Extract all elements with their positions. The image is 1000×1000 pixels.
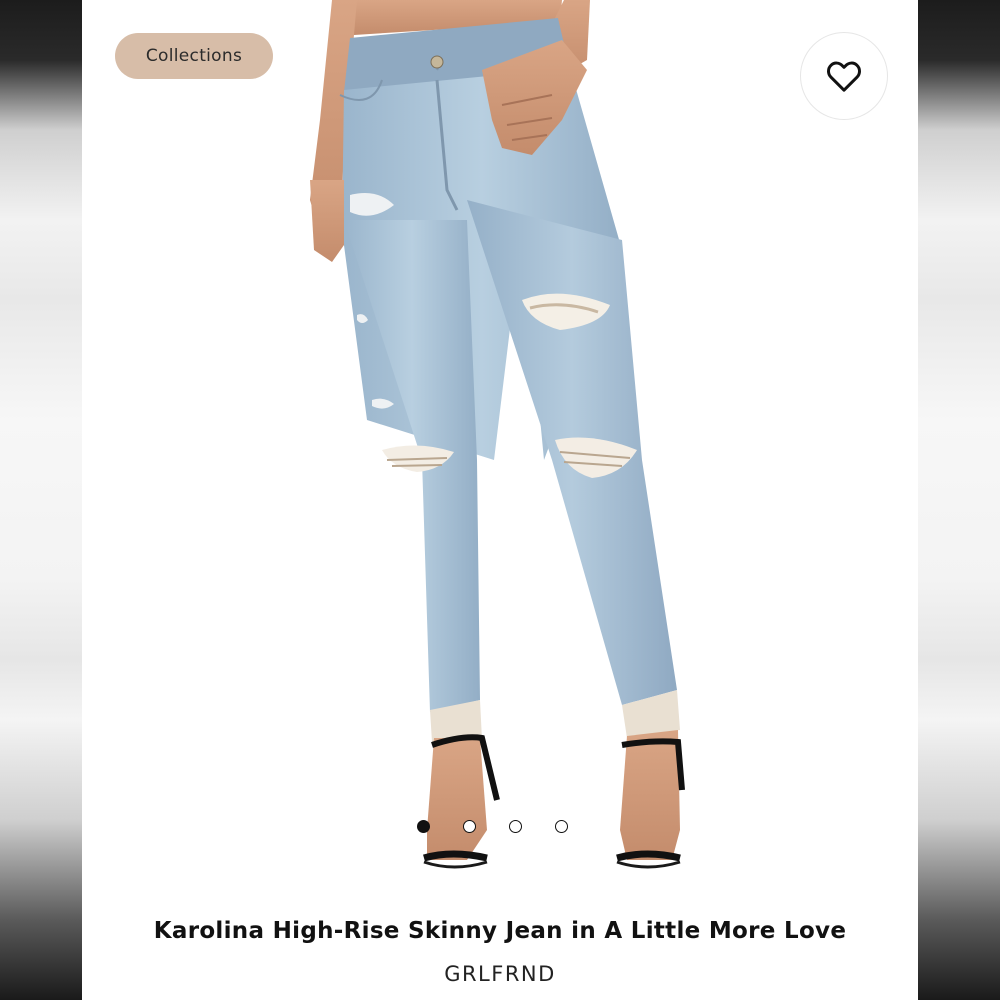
image-pagination bbox=[417, 820, 568, 836]
product-card[interactable]: Collections Karolina High-Rise Skinny Je… bbox=[82, 0, 918, 1000]
background-blur-right bbox=[918, 0, 1000, 1000]
collections-button[interactable]: Collections bbox=[115, 33, 273, 79]
pagination-dot-3[interactable] bbox=[509, 820, 522, 833]
pagination-dot-4[interactable] bbox=[555, 820, 568, 833]
heart-outline-icon bbox=[827, 61, 861, 92]
background-blur-left bbox=[0, 0, 82, 1000]
favorite-button[interactable] bbox=[800, 32, 888, 120]
product-image[interactable] bbox=[82, 0, 918, 905]
product-title: Karolina High-Rise Skinny Jean in A Litt… bbox=[153, 918, 847, 944]
brand-name[interactable]: GRLFRND bbox=[82, 962, 918, 986]
pagination-dot-2[interactable] bbox=[463, 820, 476, 833]
pagination-dot-1[interactable] bbox=[417, 820, 430, 833]
